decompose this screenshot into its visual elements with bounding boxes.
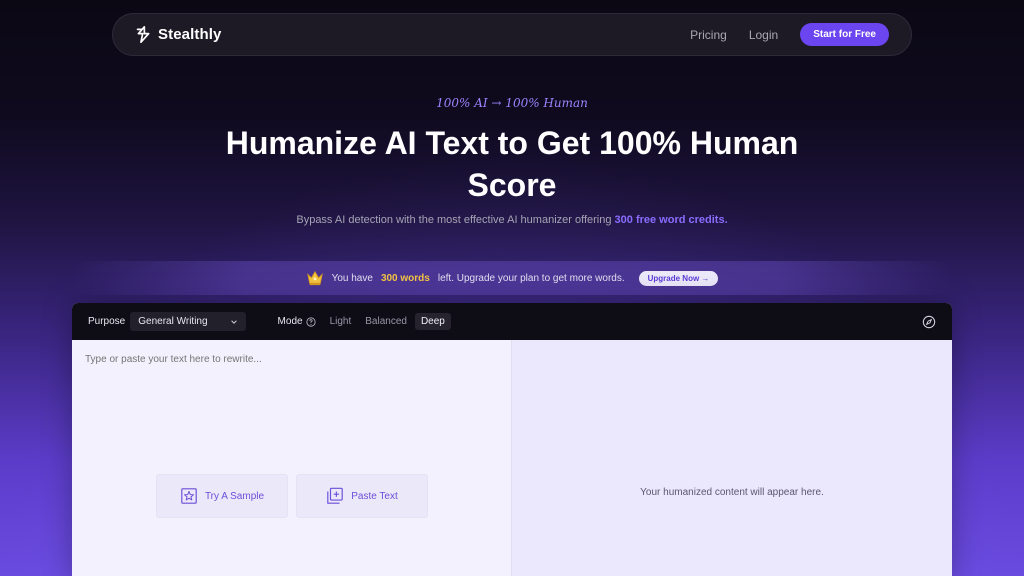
purpose-select-value: General Writing [138, 316, 208, 327]
hero-subtitle-highlight: 300 free word credits. [614, 214, 728, 226]
hero-headline: Humanize AI Text to Get 100% Human Score [225, 125, 799, 203]
compass-icon[interactable] [922, 315, 936, 329]
star-icon [181, 488, 197, 504]
crown-icon [306, 270, 323, 286]
mode-option-balanced[interactable]: Balanced [359, 313, 413, 330]
nav-right: Pricing Login Start for Free [690, 23, 889, 46]
output-pane: Your humanized content will appear here. [512, 340, 952, 576]
hero-subtitle: Bypass AI detection with the most effect… [0, 214, 1024, 226]
credits-banner: You have 300 words left. Upgrade your plan… [70, 261, 954, 295]
paste-text-button[interactable]: Paste Text [296, 474, 428, 518]
try-sample-label: Try A Sample [204, 490, 265, 502]
output-placeholder: Your humanized content will appear here. [640, 487, 824, 498]
credits-suffix: left. Upgrade your plan to get more word… [437, 272, 625, 284]
text-input[interactable] [85, 354, 485, 365]
purpose-label: Purpose [88, 316, 126, 327]
editor-panes: Try A Sample Paste Text Your humanized c… [72, 340, 952, 576]
brand[interactable]: Stealthly [135, 26, 221, 43]
mode-option-light[interactable]: Light [324, 313, 358, 330]
top-nav: Stealthly Pricing Login Start for Free [112, 13, 912, 56]
paste-icon [327, 487, 344, 504]
nav-link-pricing[interactable]: Pricing [690, 28, 727, 42]
credits-words: 300 words [380, 272, 430, 284]
paste-text-label: Paste Text [351, 490, 398, 502]
brand-logo-icon [136, 26, 150, 43]
chevron-down-icon [230, 319, 237, 324]
hero-tagline: 100% AI → 100% Human [436, 96, 588, 110]
editor-toolbar: Purpose General Writing Mode Light Balan… [72, 303, 952, 340]
input-actions: Try A Sample Paste Text [156, 474, 428, 518]
nav-link-login[interactable]: Login [749, 28, 778, 42]
hero-subtitle-text: Bypass AI detection with the most effect… [296, 214, 612, 226]
mode-label: Mode [277, 316, 303, 327]
input-pane[interactable]: Try A Sample Paste Text [72, 340, 512, 576]
try-sample-button[interactable]: Try A Sample [156, 474, 288, 518]
brand-name: Stealthly [158, 26, 222, 43]
credits-prefix: You have [331, 272, 373, 284]
mode-option-deep[interactable]: Deep [414, 313, 451, 330]
humanizer-editor: Purpose General Writing Mode Light Balan… [72, 303, 952, 576]
purpose-select[interactable]: General Writing [130, 312, 246, 331]
help-icon[interactable] [305, 316, 316, 327]
start-for-free-button[interactable]: Start for Free [800, 23, 889, 46]
upgrade-now-button[interactable]: Upgrade Now → [638, 270, 719, 286]
mode-group: Mode Light Balanced Deep [278, 313, 453, 330]
